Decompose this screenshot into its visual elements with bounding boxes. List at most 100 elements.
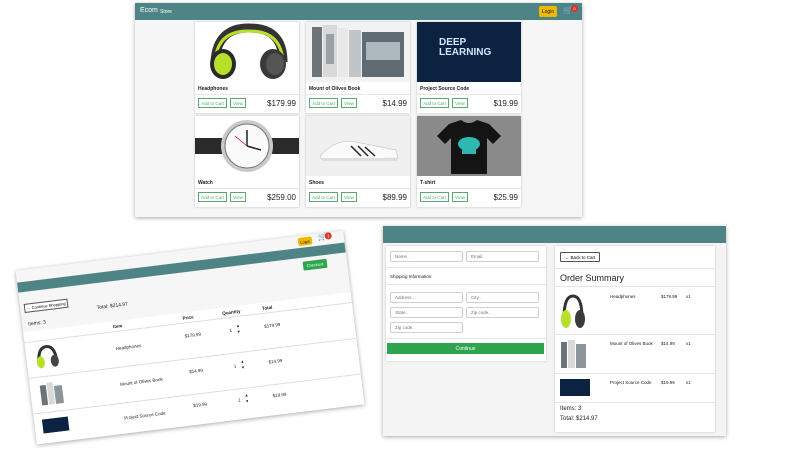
order-summary-title: Order Summary	[560, 273, 625, 283]
add-to-cart-button[interactable]: Add to Cart	[309, 192, 338, 202]
product-name: Headphones	[198, 86, 229, 92]
address-field[interactable]	[390, 292, 463, 303]
cart-count-badge: 3	[324, 232, 333, 240]
caret-up-icon[interactable]: ▲	[236, 323, 241, 328]
summary-item: Headphones $179.99 x1	[555, 288, 715, 335]
add-to-cart-button[interactable]: Add to Cart	[198, 192, 227, 202]
product-name: Mount of Olives Book	[309, 86, 361, 92]
zip-field[interactable]	[466, 307, 539, 318]
add-to-cart-button[interactable]: Add to Cart	[198, 98, 227, 108]
divider	[555, 268, 715, 269]
source-code-thumbnail	[560, 379, 590, 396]
store-screenshot: Ecom Store Login 🛒 0 Headphones Add to C…	[135, 3, 582, 217]
divider	[386, 284, 546, 285]
summary-item: Mount of Olives Book $14.99 x1	[555, 335, 715, 374]
product-price: $259.00	[267, 193, 296, 202]
divider	[386, 338, 546, 339]
caret-down-icon[interactable]: ▼	[236, 329, 241, 334]
caret-down-icon[interactable]: ▼	[241, 365, 246, 370]
product-price: $14.99	[382, 99, 407, 108]
caret-up-icon[interactable]: ▲	[240, 359, 245, 364]
checkout-button[interactable]: Checkout	[302, 258, 328, 271]
shipping-info-label: Shipping Information:	[390, 274, 433, 279]
checkout-screenshot: Shipping Information: Continue ← Back to…	[383, 226, 726, 436]
view-button[interactable]: View	[341, 98, 357, 108]
cart-screenshot: Login 🛒 3 ← Continue Shopping Items: 3 T…	[15, 230, 365, 445]
product-price: $89.99	[382, 193, 407, 202]
name-field[interactable]	[390, 251, 463, 262]
cart-count-badge: 0	[571, 5, 578, 12]
product-price: $179.99	[267, 99, 296, 108]
item-quantity: 1	[237, 397, 241, 403]
items-count: Items: 3	[27, 319, 47, 328]
caret-down-icon[interactable]: ▼	[245, 398, 250, 403]
item-total: $19.99	[272, 391, 287, 399]
summary-item-price: $19.99	[661, 380, 675, 385]
view-button[interactable]: View	[452, 98, 468, 108]
cart-table: Item Price Quantity Total Headphones $17…	[23, 292, 365, 445]
deep-learning-text: DEEP LEARNING	[439, 37, 492, 58]
state-field[interactable]	[390, 307, 463, 318]
nav-store-link[interactable]: Store	[160, 9, 172, 15]
email-field[interactable]	[466, 251, 539, 262]
view-button[interactable]: View	[452, 192, 468, 202]
headphones-thumbnail	[561, 294, 585, 328]
city-field[interactable]	[466, 292, 539, 303]
divider	[306, 188, 410, 189]
item-price: $179.99	[184, 331, 202, 339]
headphones-thumbnail	[36, 345, 59, 369]
add-to-cart-button[interactable]: Add to Cart	[420, 192, 449, 202]
divider	[386, 267, 546, 268]
summary-item: Project Source Code $19.99 x1	[555, 374, 715, 403]
summary-item-qty: x1	[686, 294, 691, 299]
item-total: $14.99	[268, 357, 283, 365]
deep-learning-image: DEEP LEARNING	[417, 22, 521, 82]
caret-up-icon[interactable]: ▲	[244, 392, 249, 397]
item-price: $19.99	[193, 401, 208, 409]
summary-item-name: Project Source Code	[610, 380, 652, 385]
divider	[417, 94, 521, 95]
zip-code-field[interactable]	[390, 322, 463, 333]
cart-total: Total: $214.97	[96, 301, 129, 312]
tshirt-image	[417, 116, 521, 176]
view-button[interactable]: View	[230, 192, 246, 202]
shoes-image	[306, 116, 410, 176]
watch-image	[195, 116, 299, 176]
product-price: $25.99	[493, 193, 518, 202]
navbar	[383, 226, 726, 243]
continue-button[interactable]: Continue	[387, 343, 544, 354]
product-card: Mount of Olives Book Add to Cart View $1…	[306, 22, 410, 113]
item-price: $14.99	[188, 367, 204, 375]
login-button[interactable]: Login	[297, 236, 313, 247]
column-header-item: Item	[112, 323, 123, 330]
add-to-cart-button[interactable]: Add to Cart	[309, 98, 338, 108]
product-name: Watch	[198, 180, 213, 186]
source-code-thumbnail	[41, 416, 70, 434]
product-name: Project Source Code	[420, 86, 470, 92]
navbar	[17, 242, 346, 293]
view-button[interactable]: View	[341, 192, 357, 202]
column-header-total: Total	[261, 304, 273, 311]
product-name: Shoes	[309, 180, 325, 186]
view-button[interactable]: View	[230, 98, 246, 108]
summary-item-price: $179.99	[661, 294, 678, 299]
column-header-quantity: Quantity	[221, 308, 241, 316]
item-name: Project Source Code	[124, 410, 166, 421]
item-quantity: 1	[233, 363, 237, 369]
navbar: Ecom Store Login 🛒 0	[135, 3, 582, 20]
book-thumbnail	[561, 340, 586, 368]
divider	[417, 188, 521, 189]
back-to-cart-button[interactable]: ← Back to Cart	[560, 252, 600, 262]
book-thumbnail	[39, 382, 65, 406]
summary-item-qty: x1	[686, 341, 691, 346]
brand-link[interactable]: Ecom	[140, 7, 158, 14]
add-to-cart-button[interactable]: Add to Cart	[420, 98, 449, 108]
item-name: Mount of Olives Book	[119, 376, 163, 387]
item-name: Headphones	[115, 343, 142, 352]
divider	[555, 286, 715, 287]
divider	[195, 188, 299, 189]
product-card: T-shirt Add to Cart View $25.99	[417, 116, 521, 207]
login-button[interactable]: Login	[539, 6, 557, 17]
product-name: T-shirt	[420, 180, 436, 186]
continue-shopping-button[interactable]: ← Continue Shopping	[23, 298, 69, 313]
